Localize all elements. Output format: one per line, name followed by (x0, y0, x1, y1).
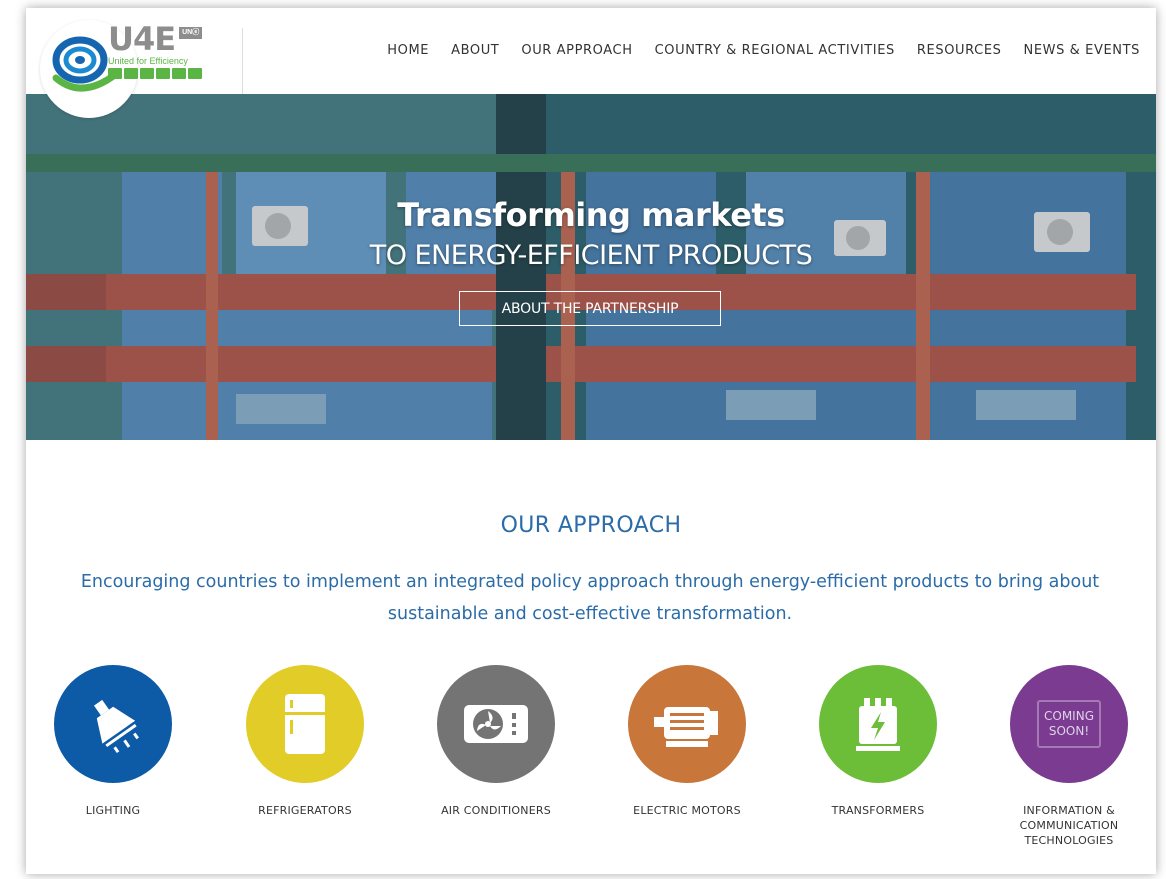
product-transformers[interactable]: TRANSFORMERS (778, 665, 978, 818)
transformer-mini-icon (172, 68, 186, 79)
fridge-mini-icon (124, 68, 138, 79)
hero-subtitle: TO ENERGY-EFFICIENT PRODUCTS (369, 240, 813, 271)
transformer-icon (856, 698, 900, 751)
brand-name: U4E (108, 20, 176, 58)
nav-news-events[interactable]: NEWS & EVENTS (1024, 43, 1141, 58)
nav-home[interactable]: HOME (387, 43, 429, 58)
motor-icon (654, 707, 718, 747)
hero-title: Transforming markets (397, 196, 785, 234)
section-description: Encouraging countries to implement an in… (80, 572, 1100, 624)
electric-motors-circle[interactable] (628, 665, 746, 783)
section-title: OUR APPROACH (500, 513, 682, 538)
ac-mini-icon (140, 68, 154, 79)
ict-mini-icon (188, 68, 202, 79)
product-ict[interactable]: COMING SOON! INFORMATION & COMMUNICATION… (969, 665, 1166, 848)
product-label: REFRIGERATORS (258, 804, 352, 817)
product-label: TRANSFORMERS (831, 804, 925, 817)
product-label: ELECTRIC MOTORS (633, 804, 741, 817)
nav-resources[interactable]: RESOURCES (917, 43, 1002, 58)
nav-country-regional-activities[interactable]: COUNTRY & REGIONAL ACTIVITIES (655, 43, 895, 58)
product-label: INFORMATION & COMMUNICATION TECHNOLOGIES (1019, 804, 1119, 847)
ict-circle[interactable]: COMING SOON! (1010, 665, 1128, 783)
product-refrigerators[interactable]: REFRIGERATORS (205, 665, 405, 818)
product-categories: LIGHTING REFRIGERATORS AIR CONDITIONERS … (26, 665, 1156, 865)
product-label: LIGHTING (85, 804, 141, 817)
refrigerator-icon (285, 694, 325, 754)
nav-our-approach[interactable]: OUR APPROACH (521, 43, 632, 58)
logo-divider (242, 28, 243, 96)
nav-about[interactable]: ABOUT (451, 43, 499, 58)
logo-text: U4E UNⓔ United for Efficiency (108, 20, 203, 79)
lamp-mini-icon (108, 68, 122, 79)
air-conditioners-circle[interactable] (437, 665, 555, 783)
product-label: AIR CONDITIONERS (441, 804, 551, 817)
about-partnership-button[interactable]: ABOUT THE PARTNERSHIP (459, 291, 721, 326)
browser-page: U4E UNⓔ United for Efficiency HOME ABOUT … (26, 8, 1156, 874)
un-badge: UNⓔ (179, 27, 203, 39)
product-icons-strip (108, 68, 202, 79)
lighting-circle[interactable] (54, 665, 172, 783)
air-conditioner-icon (464, 705, 528, 743)
brand-tagline: United for Efficiency (108, 56, 188, 66)
product-air-conditioners[interactable]: AIR CONDITIONERS (396, 665, 596, 818)
motor-mini-icon (156, 68, 170, 79)
product-lighting[interactable]: LIGHTING (13, 665, 213, 818)
coming-soon-label: COMING SOON! (1044, 709, 1094, 738)
laptop-icon: COMING SOON! (1037, 700, 1101, 748)
hero-banner: Transforming markets TO ENERGY-EFFICIENT… (26, 94, 1156, 440)
lamp-icon (93, 699, 139, 754)
refrigerators-circle[interactable] (246, 665, 364, 783)
main-nav: HOME ABOUT OUR APPROACH COUNTRY & REGION… (387, 43, 1140, 58)
product-electric-motors[interactable]: ELECTRIC MOTORS (587, 665, 787, 818)
transformers-circle[interactable] (819, 665, 937, 783)
